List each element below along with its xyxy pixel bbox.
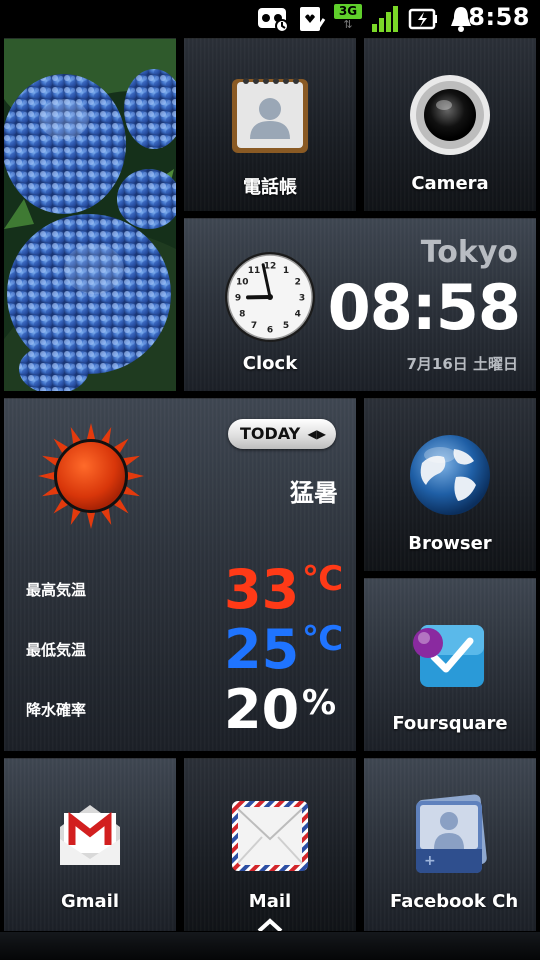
sun-ray — [86, 511, 96, 529]
hydrangea-photo — [4, 39, 176, 391]
dock-bar[interactable] — [0, 932, 540, 960]
high-temp-label: 最高気温 — [26, 581, 87, 599]
signal-bars-icon — [372, 6, 398, 32]
rain-chance-label: 降水確率 — [26, 701, 87, 719]
sun-ray — [38, 471, 56, 481]
facebook-tile[interactable]: + Facebook Ch — [364, 758, 536, 931]
mail-tile[interactable]: Mail — [184, 758, 356, 931]
rain-chance-value: 20 — [224, 678, 300, 741]
camera-lens-icon — [410, 75, 490, 155]
photo-frame-tile[interactable] — [4, 38, 176, 391]
clock-dial-number: 11 — [248, 266, 261, 276]
clock-dial-number: 6 — [267, 326, 273, 336]
today-toggle-button[interactable]: TODAY ◀▶ — [228, 419, 336, 449]
facebook-label: Facebook Ch — [390, 891, 519, 912]
clock-dial-number: 4 — [295, 310, 301, 320]
camera-tile[interactable]: Camera — [364, 38, 536, 211]
gmail-label: Gmail — [60, 891, 120, 912]
airmail-envelope-icon — [232, 801, 308, 871]
low-temp-value: 25 — [224, 618, 300, 681]
battery-charging-icon — [408, 8, 437, 30]
clock-dial-number: 9 — [235, 294, 241, 304]
browser-tile[interactable]: Browser — [364, 398, 536, 571]
clock-dial-number: 8 — [239, 310, 245, 320]
clock-label: Clock — [242, 353, 298, 374]
address-book-icon — [232, 78, 308, 153]
today-label: TODAY — [240, 424, 301, 443]
clock-center-pin — [267, 294, 273, 300]
globe-icon — [410, 435, 490, 515]
clock-city: Tokyo — [420, 235, 518, 270]
3g-data-icon: 3G ⇅ — [334, 4, 362, 34]
weather-condition: 猛暑 — [290, 479, 338, 507]
clock-dial-number: 3 — [299, 294, 305, 304]
clock-date: 7月16日 土曜日 — [406, 355, 518, 373]
foursquare-checkmark-icon — [413, 625, 484, 687]
gmail-envelope-icon — [60, 805, 120, 865]
svg-text:+: + — [424, 853, 436, 869]
clock-digital-time: 08:58 — [327, 271, 521, 344]
contacts-label: 電話帳 — [243, 177, 297, 198]
camera-label: Camera — [411, 173, 489, 194]
clock-dial-number: 5 — [283, 321, 289, 331]
clock-dial-number: 10 — [236, 278, 249, 288]
clock-widget[interactable]: 12 1 2 3 4 5 6 7 8 9 10 11 Clock Tokyo 08:58 7月16日 … — [184, 218, 536, 391]
high-temp-unit: ℃ — [302, 559, 344, 599]
sun-ray — [126, 471, 144, 481]
contacts-tile[interactable]: 電話帳 — [184, 38, 356, 211]
sun-ray — [86, 423, 96, 441]
facebook-contacts-icon: + — [416, 794, 487, 873]
voicemail-icon — [258, 8, 289, 33]
gmail-tile[interactable]: Gmail — [4, 758, 176, 931]
chevron-up-icon[interactable] — [256, 917, 284, 931]
clock-dial-number: 7 — [251, 321, 257, 331]
clock-dial-number: 1 — [283, 266, 289, 276]
high-temp-value: 33 — [224, 558, 300, 621]
rain-chance-unit: % — [302, 683, 337, 723]
clock-dial-number: 2 — [295, 278, 301, 288]
heart-monitor-icon — [300, 7, 326, 31]
status-bar: 3G ⇅ 8:58 — [0, 0, 540, 38]
status-time: 8:58 — [468, 3, 530, 31]
weather-widget[interactable]: TODAY ◀▶ 猛暑 最高気温 33 ℃ 最低気温 25 ℃ 降水確率 20 … — [4, 398, 356, 751]
browser-label: Browser — [408, 533, 492, 554]
foursquare-tile[interactable]: Foursquare — [364, 578, 536, 751]
low-temp-label: 最低気温 — [26, 641, 87, 659]
foursquare-label: Foursquare — [392, 713, 508, 734]
sun-icon — [38, 423, 144, 529]
mail-label: Mail — [248, 891, 292, 912]
low-temp-unit: ℃ — [302, 619, 344, 659]
analog-clock-icon: 12 1234567891011 — [225, 252, 315, 342]
network-type: 3G — [334, 4, 362, 19]
toggle-arrows-icon: ◀▶ — [307, 427, 326, 441]
